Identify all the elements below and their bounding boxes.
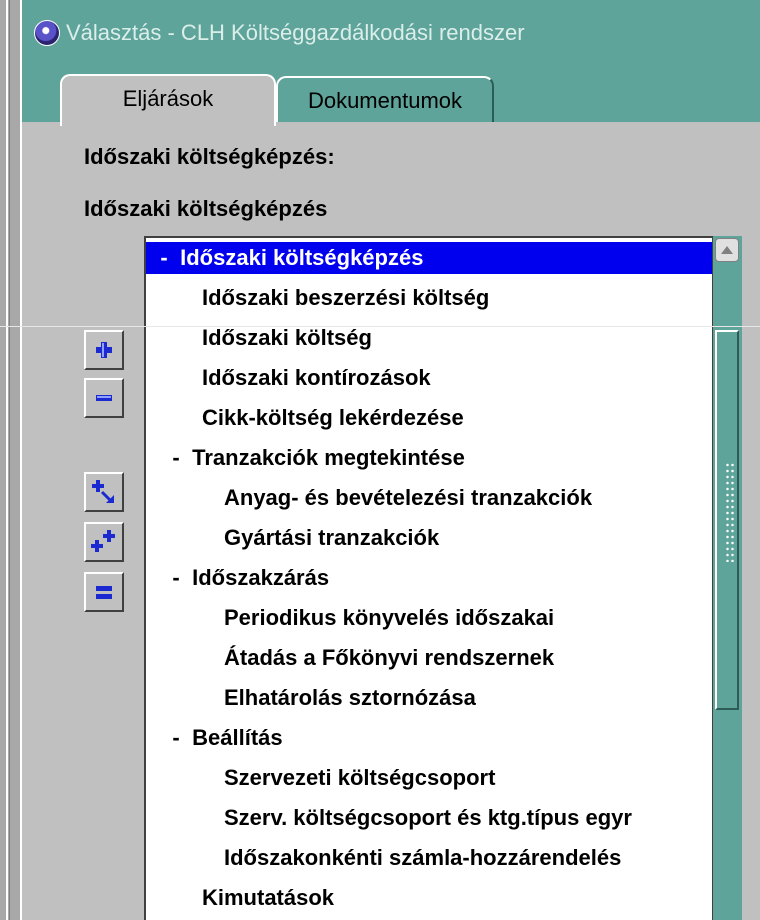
tree-expander-icon[interactable]: - bbox=[154, 242, 174, 274]
tree-node-label: Anyag- és bevételezési tranzakciók bbox=[224, 485, 593, 510]
double-minus-icon bbox=[96, 586, 112, 599]
tree-node-label: Szerv. költségcsoport és ktg.típus egyr bbox=[224, 805, 632, 830]
tree-node-label: Időszakonkénti számla-hozzárendelés bbox=[224, 845, 622, 870]
expand-branch-button[interactable] bbox=[84, 472, 124, 512]
tree-node[interactable]: Időszaki kontírozások bbox=[146, 362, 734, 394]
tree-node[interactable]: Elhatárolás sztornózása bbox=[146, 682, 734, 714]
expand-all-button[interactable] bbox=[84, 522, 124, 562]
tree-node-label: Átadás a Főkönyvi rendszernek bbox=[224, 645, 555, 670]
tree-node-label: Gyártási tranzakciók bbox=[224, 525, 440, 550]
tree-node[interactable]: - Időszakzárás bbox=[146, 562, 734, 594]
tree-node[interactable]: Időszaki beszerzési költség bbox=[146, 282, 734, 314]
expand-button[interactable] bbox=[84, 330, 124, 370]
window-title: Választás - CLH Költséggazdálkodási rend… bbox=[66, 20, 525, 45]
minus-icon bbox=[96, 395, 112, 401]
tree-node[interactable]: Periodikus könyvelés időszakai bbox=[146, 602, 734, 634]
section-heading: Időszaki költségképzés: bbox=[84, 144, 335, 169]
plus-arrow-icon bbox=[92, 480, 114, 504]
tree-expander-icon[interactable]: - bbox=[166, 722, 186, 754]
tree-node-label: Szervezeti költségcsoport bbox=[224, 765, 496, 790]
tree-node-label: Cikk-költség lekérdezése bbox=[202, 405, 464, 430]
divider-line bbox=[0, 326, 760, 327]
tree-node[interactable]: Átadás a Főkönyvi rendszernek bbox=[146, 642, 734, 674]
tab-bar: Eljárások Dokumentumok bbox=[22, 52, 760, 126]
tree-scrollbar[interactable] bbox=[712, 236, 742, 920]
choice-window: Választás - CLH Költséggazdálkodási rend… bbox=[20, 0, 760, 920]
tree-node-label: Elhatárolás sztornózása bbox=[224, 685, 476, 710]
double-plus-icon bbox=[91, 530, 115, 552]
plus-icon bbox=[96, 342, 112, 358]
tree-node[interactable]: Kimutatások bbox=[146, 882, 734, 914]
tree-expander-icon[interactable]: - bbox=[166, 562, 186, 594]
section-subheading: Időszaki költségképzés bbox=[84, 196, 328, 221]
tree-node[interactable]: Anyag- és bevételezési tranzakciók bbox=[146, 482, 734, 514]
tree-node[interactable]: Szerv. költségcsoport és ktg.típus egyr bbox=[146, 802, 734, 834]
tree-node[interactable]: Cikk-költség lekérdezése bbox=[146, 402, 734, 434]
tree-node[interactable]: - Tranzakciók megtekintése bbox=[146, 442, 734, 474]
tree-node-label: Időszaki költségképzés bbox=[180, 245, 424, 270]
tree-node-label: Periodikus könyvelés időszakai bbox=[224, 605, 555, 630]
tree-node-label: Időszaki beszerzési költség bbox=[202, 285, 490, 310]
tree-node-label: Időszakzárás bbox=[192, 565, 330, 590]
scroll-grip-icon bbox=[725, 462, 735, 562]
tree-node-label: Kimutatások bbox=[202, 885, 335, 910]
tree-node[interactable]: Gyártási tranzakciók bbox=[146, 522, 734, 554]
app-icon bbox=[34, 20, 60, 46]
scroll-up-button[interactable] bbox=[715, 238, 739, 262]
tab-eljarasok[interactable]: Eljárások bbox=[60, 74, 276, 126]
tab-dokumentumok[interactable]: Dokumentumok bbox=[276, 76, 494, 124]
tree-node[interactable]: Időszakonkénti számla-hozzárendelés bbox=[146, 842, 734, 874]
tree-expander-icon[interactable]: - bbox=[166, 442, 186, 474]
tab-content-panel: Időszaki költségképzés: Időszaki költség… bbox=[22, 122, 760, 920]
title-bar[interactable]: Választás - CLH Költséggazdálkodási rend… bbox=[22, 0, 760, 54]
procedure-tree[interactable]: - Időszaki költségképzés Időszaki beszerz… bbox=[144, 236, 734, 920]
tree-node-label: Időszaki kontírozások bbox=[202, 365, 431, 390]
tree-node-label: Időszaki költség bbox=[202, 325, 372, 350]
collapse-button[interactable] bbox=[84, 378, 124, 418]
tree-node-label: Tranzakciók megtekintése bbox=[192, 445, 465, 470]
outer-frame-edge bbox=[0, 0, 20, 920]
tree-node-label: Beállítás bbox=[192, 725, 283, 750]
collapse-all-button[interactable] bbox=[84, 572, 124, 612]
tree-node[interactable]: - Időszaki költségképzés bbox=[146, 242, 722, 274]
tree-node[interactable]: Szervezeti költségcsoport bbox=[146, 762, 734, 794]
tree-node[interactable]: - Beállítás bbox=[146, 722, 734, 754]
scroll-thumb[interactable] bbox=[715, 330, 739, 710]
